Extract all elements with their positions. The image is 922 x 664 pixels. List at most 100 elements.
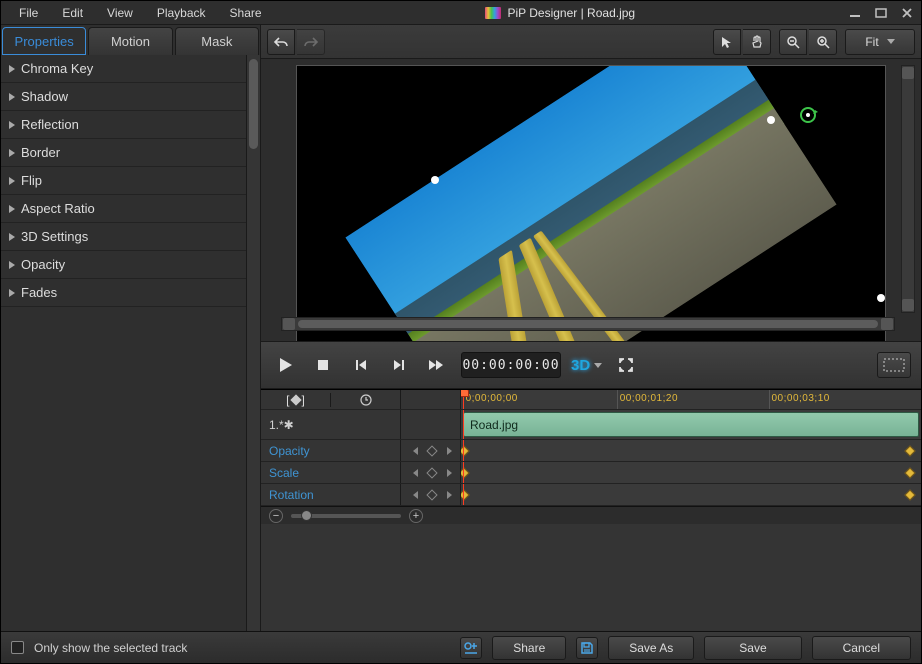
zoom-in-timeline-button[interactable]: + <box>409 509 423 523</box>
expand-arrow-icon <box>9 261 15 269</box>
track-label[interactable]: Opacity <box>261 440 401 461</box>
share-icon-button[interactable] <box>460 637 482 659</box>
save-icon-button[interactable] <box>576 637 598 659</box>
properties-scrollbar[interactable] <box>246 55 260 631</box>
resize-handle[interactable] <box>767 116 775 124</box>
playback-bar: 00:00:00:00 3D <box>261 341 921 389</box>
menu-view[interactable]: View <box>95 4 145 22</box>
keyframe-track-opacity: Opacity <box>261 440 921 462</box>
preview-viewport[interactable]: 00:00:00:00 3D <box>261 59 921 389</box>
timeline-zoom-bar: − + <box>261 506 921 524</box>
keyframe-marker[interactable] <box>904 445 915 456</box>
share-icon <box>463 641 479 655</box>
only-show-selected-checkbox[interactable] <box>11 641 24 654</box>
tab-properties[interactable]: Properties <box>2 27 86 55</box>
playhead[interactable] <box>463 390 464 409</box>
next-frame-button[interactable] <box>385 351 413 379</box>
next-keyframe-button[interactable] <box>442 445 454 457</box>
preview-vertical-scrollbar[interactable] <box>901 65 915 313</box>
property-section-label: Border <box>21 145 60 160</box>
expand-arrow-icon <box>9 177 15 185</box>
property-section-reflection[interactable]: Reflection <box>1 111 246 139</box>
track-label[interactable]: 1.*✱ <box>261 410 401 439</box>
zoom-out-button[interactable] <box>779 29 807 55</box>
save-as-button[interactable]: Save As <box>608 636 694 660</box>
timeline-clip[interactable]: Road.jpg <box>463 412 919 437</box>
clock-toggle-button[interactable] <box>331 394 400 406</box>
property-section-fades[interactable]: Fades <box>1 279 246 307</box>
property-section-label: Aspect Ratio <box>21 201 95 216</box>
add-keyframe-button[interactable] <box>426 467 438 479</box>
zoom-level-label: Fit <box>865 35 878 49</box>
stop-button[interactable] <box>309 351 337 379</box>
tab-motion[interactable]: Motion <box>88 27 172 55</box>
zoom-level-dropdown[interactable]: Fit <box>845 29 915 55</box>
property-section-flip[interactable]: Flip <box>1 167 246 195</box>
zoom-in-button[interactable] <box>809 29 837 55</box>
zoom-out-timeline-button[interactable]: − <box>269 509 283 523</box>
menu-edit[interactable]: Edit <box>50 4 95 22</box>
add-keyframe-button[interactable] <box>426 489 438 501</box>
add-keyframe-button[interactable] <box>426 445 438 457</box>
save-button[interactable]: Save <box>704 636 801 660</box>
share-button[interactable]: Share <box>492 636 566 660</box>
cancel-button[interactable]: Cancel <box>812 636 911 660</box>
menu-share[interactable]: Share <box>218 4 274 22</box>
property-section-label: Chroma Key <box>21 61 93 76</box>
floppy-icon <box>580 641 594 655</box>
minimize-button[interactable] <box>847 7 863 19</box>
property-section-chroma-key[interactable]: Chroma Key <box>1 55 246 83</box>
close-button[interactable] <box>899 7 915 19</box>
track-label[interactable]: Rotation <box>261 484 401 505</box>
property-section-border[interactable]: Border <box>1 139 246 167</box>
play-button[interactable] <box>271 351 299 379</box>
resize-handle[interactable] <box>877 294 885 302</box>
tab-mask[interactable]: Mask <box>175 27 259 55</box>
timeline: [ ] 0;00;00;00 <box>261 389 921 631</box>
preview-panel: Fit <box>261 25 921 631</box>
property-section-label: Opacity <box>21 257 65 272</box>
timecode-display[interactable]: 00:00:00:00 <box>461 352 561 378</box>
select-tool-button[interactable] <box>713 29 741 55</box>
fullscreen-button[interactable] <box>612 351 640 379</box>
keyframe-marker[interactable] <box>904 489 915 500</box>
keyframe-track-scale: Scale <box>261 462 921 484</box>
maximize-button[interactable] <box>873 7 889 19</box>
pan-tool-button[interactable] <box>743 29 771 55</box>
redo-button[interactable] <box>297 29 325 55</box>
track-label[interactable]: Scale <box>261 462 401 483</box>
property-section-3d-settings[interactable]: 3D Settings <box>1 223 246 251</box>
property-section-label: Fades <box>21 285 57 300</box>
timeline-ruler[interactable]: 0;00;00;00 00;00;01;20 00;00;03;10 <box>461 390 921 409</box>
property-section-aspect-ratio[interactable]: Aspect Ratio <box>1 195 246 223</box>
prev-frame-button[interactable] <box>347 351 375 379</box>
keyframe-marker[interactable] <box>904 467 915 478</box>
3d-toggle[interactable]: 3D <box>571 357 602 374</box>
prev-keyframe-button[interactable] <box>410 445 422 457</box>
timeline-zoom-slider[interactable] <box>291 514 401 518</box>
ruler-tick-label: 0;00;00;00 <box>466 393 518 404</box>
prev-keyframe-button[interactable] <box>410 489 422 501</box>
marker-toggle-button[interactable]: [ ] <box>261 393 331 407</box>
property-section-label: Shadow <box>21 89 68 104</box>
property-section-opacity[interactable]: Opacity <box>1 251 246 279</box>
prev-keyframe-button[interactable] <box>410 467 422 479</box>
preview-horizontal-scrollbar[interactable] <box>281 317 895 331</box>
footer-bar: Only show the selected track Share Save … <box>1 631 921 663</box>
next-keyframe-button[interactable] <box>442 489 454 501</box>
timeline-video-row: 1.*✱ Road.jpg <box>261 410 921 440</box>
undo-button[interactable] <box>267 29 295 55</box>
resize-handle[interactable] <box>431 176 439 184</box>
only-show-selected-label: Only show the selected track <box>34 641 187 655</box>
fast-forward-button[interactable] <box>423 351 451 379</box>
menu-file[interactable]: File <box>7 4 50 22</box>
rotation-handle[interactable] <box>797 104 819 126</box>
menu-playback[interactable]: Playback <box>145 4 218 22</box>
property-section-label: Flip <box>21 173 42 188</box>
expand-arrow-icon <box>9 233 15 241</box>
property-section-shadow[interactable]: Shadow <box>1 83 246 111</box>
expand-arrow-icon <box>9 289 15 297</box>
safe-zone-toggle[interactable] <box>877 352 911 378</box>
next-keyframe-button[interactable] <box>442 467 454 479</box>
ruler-tick-label: 00;00;03;10 <box>772 393 830 404</box>
